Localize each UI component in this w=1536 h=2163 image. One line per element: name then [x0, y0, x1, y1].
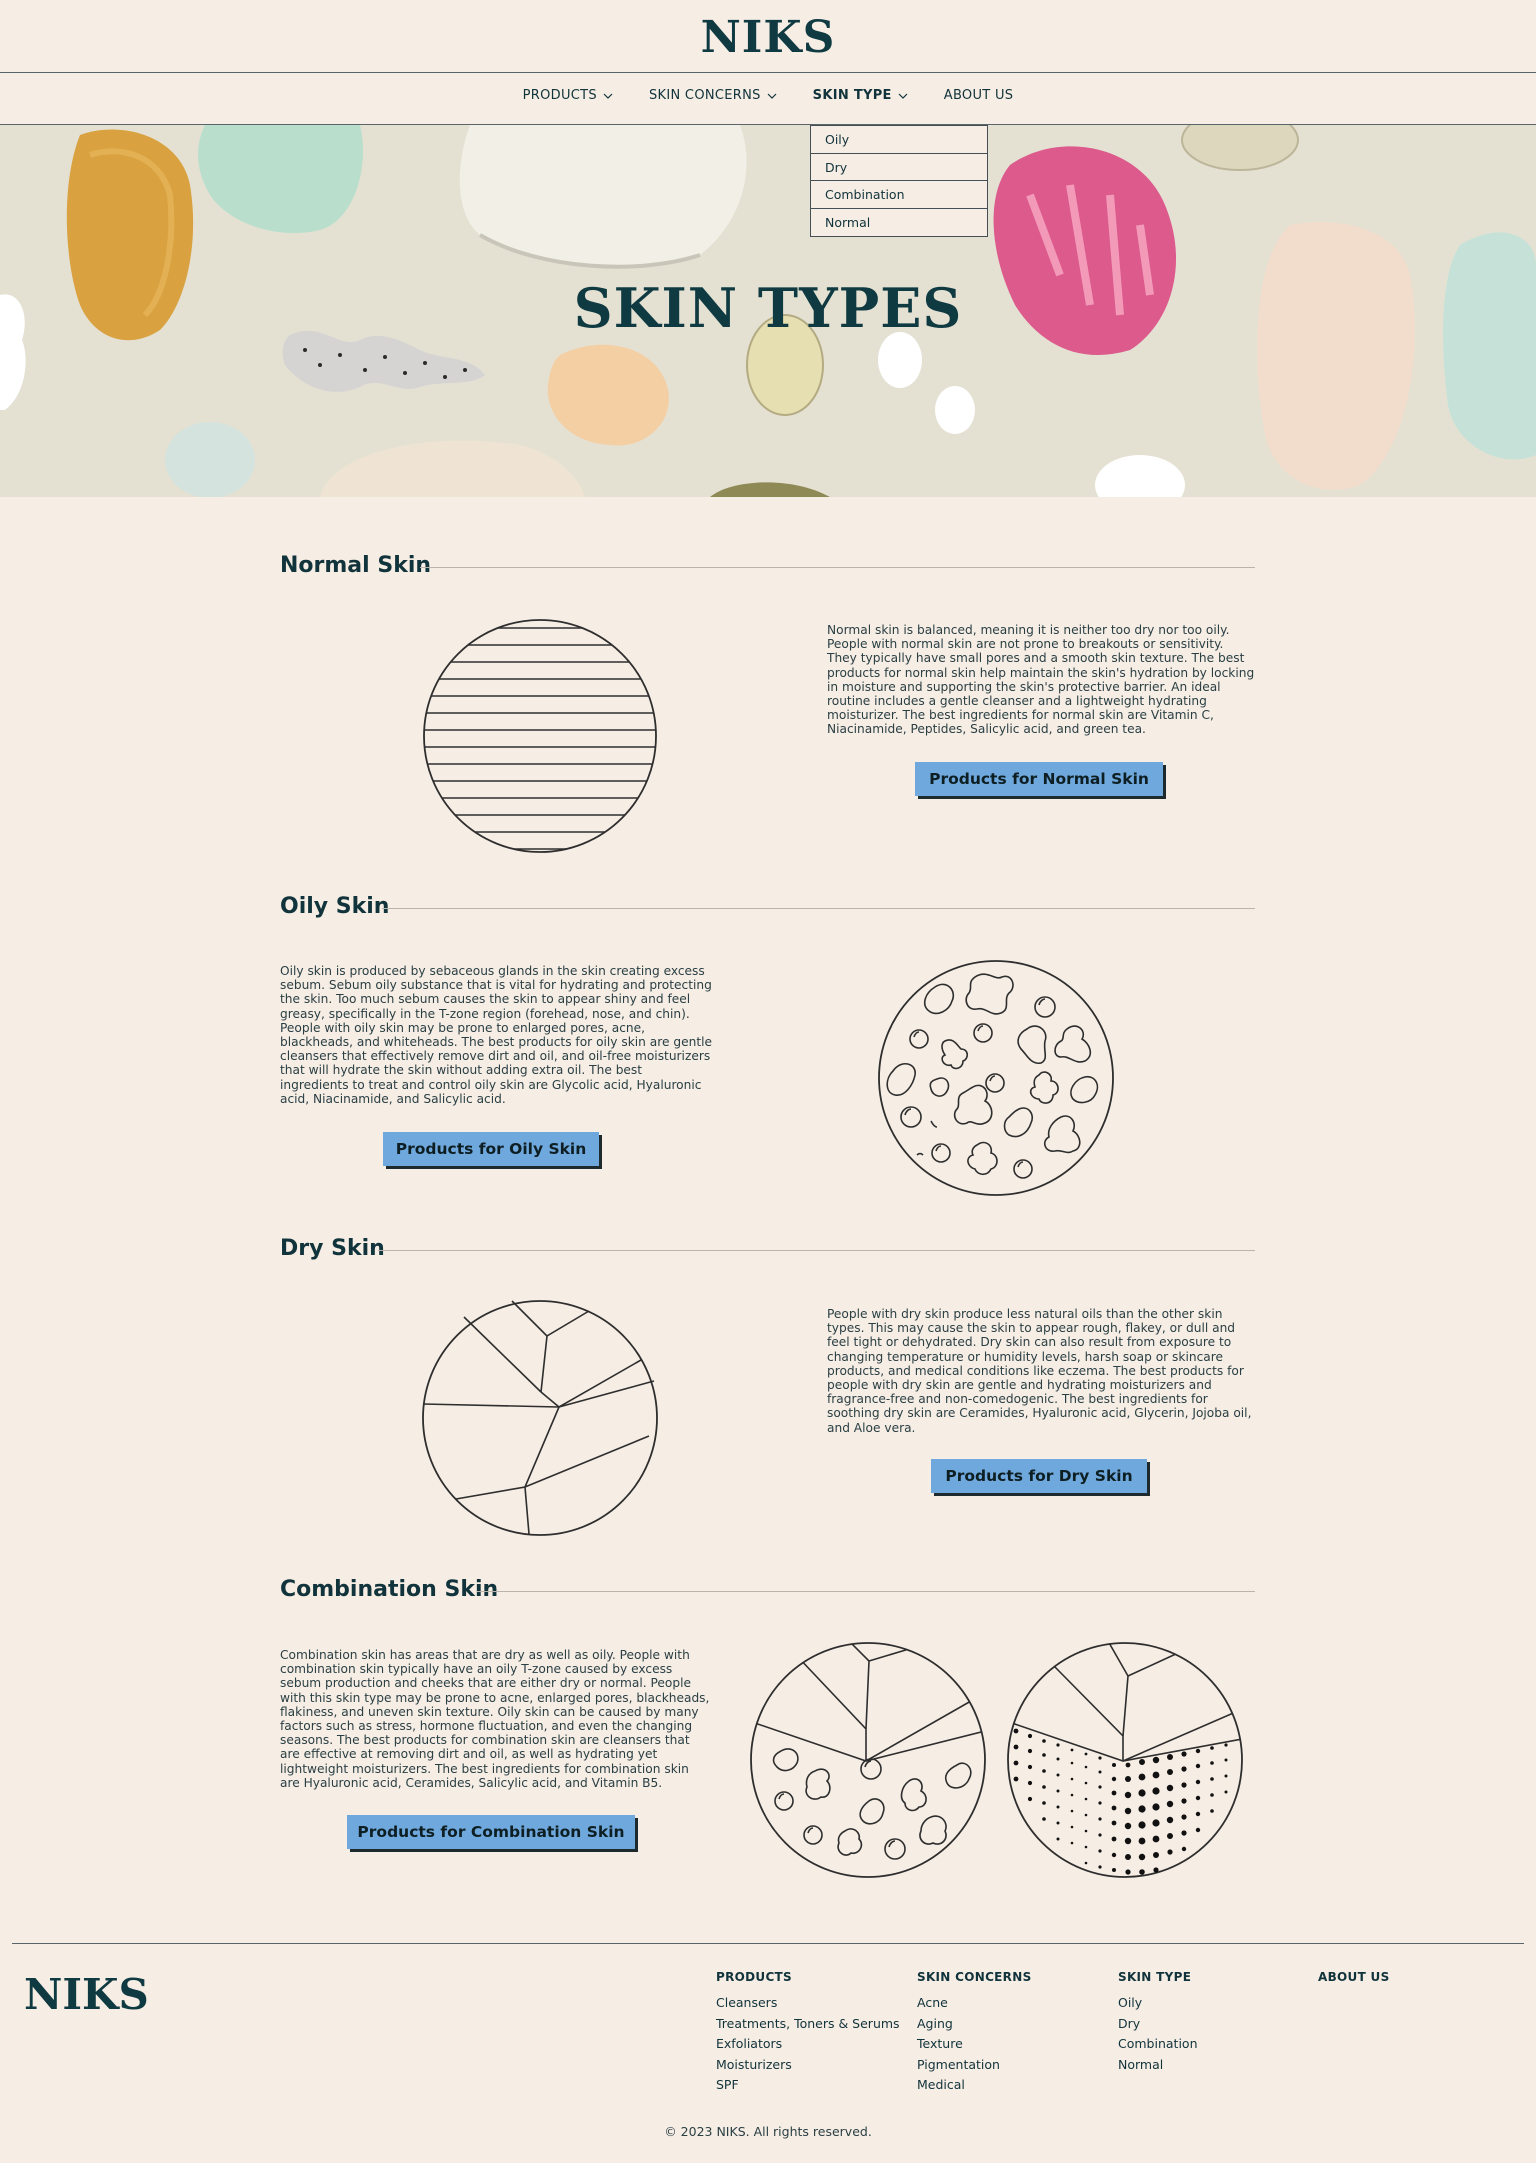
site-logo[interactable]: NIKS: [0, 12, 1536, 63]
hero-title: SKIN TYPES: [573, 276, 963, 340]
section-divider: [382, 908, 1255, 909]
footer-link[interactable]: Acne: [917, 1993, 1032, 2014]
footer-link[interactable]: Dry: [1118, 2014, 1198, 2035]
footer-link[interactable]: Texture: [917, 2034, 1032, 2055]
footer-link[interactable]: Cleansers: [716, 1993, 900, 2014]
hero-banner: SKIN TYPES: [0, 125, 1536, 497]
footer-link[interactable]: SPF: [716, 2075, 900, 2096]
dry-skin-illustration: [422, 1300, 658, 1536]
section-description-dry: People with dry skin produce less natura…: [827, 1307, 1252, 1435]
section-description-oily: Oily skin is produced by sebaceous gland…: [280, 964, 712, 1106]
section-divider: [378, 1250, 1255, 1251]
footer-link[interactable]: Exfoliators: [716, 2034, 900, 2055]
skin-type-dropdown: Oily Dry Combination Normal: [810, 125, 988, 237]
footer-column-skin-type: SKIN TYPE Oily Dry Combination Normal: [1118, 1970, 1198, 2075]
section-description-normal: Normal skin is balanced, meaning it is n…: [827, 623, 1255, 737]
footer-heading: SKIN CONCERNS: [917, 1970, 1032, 1984]
combination-dry-textured-illustration: [1007, 1642, 1243, 1878]
dropdown-item-normal[interactable]: Normal: [811, 209, 987, 237]
dropdown-item-combination[interactable]: Combination: [811, 181, 987, 209]
footer-link[interactable]: Normal: [1118, 2055, 1198, 2076]
footer-divider: [12, 1943, 1524, 1944]
footer-link[interactable]: Pigmentation: [917, 2055, 1032, 2076]
main-nav: PRODUCTS SKIN CONCERNS SKIN TYPE ABOUT U…: [0, 88, 1536, 103]
section-title-normal: Normal Skin: [280, 553, 432, 578]
footer-link[interactable]: Treatments, Toners & Serums: [716, 2014, 900, 2035]
oily-skin-products-button[interactable]: Products for Oily Skin: [383, 1132, 599, 1166]
dropdown-item-oily[interactable]: Oily: [811, 126, 987, 154]
normal-skin-illustration: [423, 619, 657, 853]
section-divider: [477, 1591, 1255, 1592]
chevron-down-icon: [603, 93, 613, 99]
section-divider: [420, 567, 1255, 568]
section-title-oily: Oily Skin: [280, 894, 390, 919]
section-title-dry: Dry Skin: [280, 1236, 385, 1261]
footer-heading[interactable]: ABOUT US: [1318, 1970, 1390, 1984]
section-description-combination: Combination skin has areas that are dry …: [280, 1648, 710, 1790]
nav-skin-concerns-label: SKIN CONCERNS: [648, 88, 761, 103]
footer-column-about-us: ABOUT US: [1318, 1970, 1390, 1993]
footer-heading: SKIN TYPE: [1118, 1970, 1192, 1984]
normal-skin-products-button[interactable]: Products for Normal Skin: [915, 762, 1163, 796]
header-divider: [0, 72, 1536, 73]
combination-skin-products-button[interactable]: Products for Combination Skin: [347, 1815, 635, 1849]
combination-oily-dry-illustration: [750, 1642, 986, 1878]
nav-about-us-label: ABOUT US: [943, 88, 1014, 103]
nav-products-label: PRODUCTS: [522, 88, 597, 103]
footer-heading: PRODUCTS: [716, 1970, 792, 1984]
oily-skin-illustration: [878, 960, 1114, 1196]
footer-column-skin-concerns: SKIN CONCERNS Acne Aging Texture Pigment…: [917, 1970, 1032, 2096]
chevron-down-icon: [767, 93, 777, 99]
footer-column-products: PRODUCTS Cleansers Treatments, Toners & …: [716, 1970, 900, 2096]
nav-skin-type-label: SKIN TYPE: [812, 88, 892, 103]
section-title-combination: Combination Skin: [280, 1577, 499, 1602]
nav-products[interactable]: PRODUCTS: [523, 88, 613, 103]
dropdown-item-dry[interactable]: Dry: [811, 154, 987, 181]
nav-about-us[interactable]: ABOUT US: [944, 88, 1014, 103]
footer-link[interactable]: Aging: [917, 2014, 1032, 2035]
footer-link[interactable]: Combination: [1118, 2034, 1198, 2055]
footer-logo[interactable]: NIKS: [24, 1970, 149, 2019]
footer-link[interactable]: Moisturizers: [716, 2055, 900, 2076]
footer-link[interactable]: Oily: [1118, 1993, 1198, 2014]
dry-skin-products-button[interactable]: Products for Dry Skin: [931, 1459, 1147, 1493]
nav-skin-concerns[interactable]: SKIN CONCERNS: [649, 88, 777, 103]
nav-skin-type[interactable]: SKIN TYPE: [813, 88, 908, 103]
chevron-down-icon: [898, 93, 908, 99]
footer-link[interactable]: Medical: [917, 2075, 1032, 2096]
copyright-text: © 2023 NIKS. All rights reserved.: [664, 2124, 872, 2139]
